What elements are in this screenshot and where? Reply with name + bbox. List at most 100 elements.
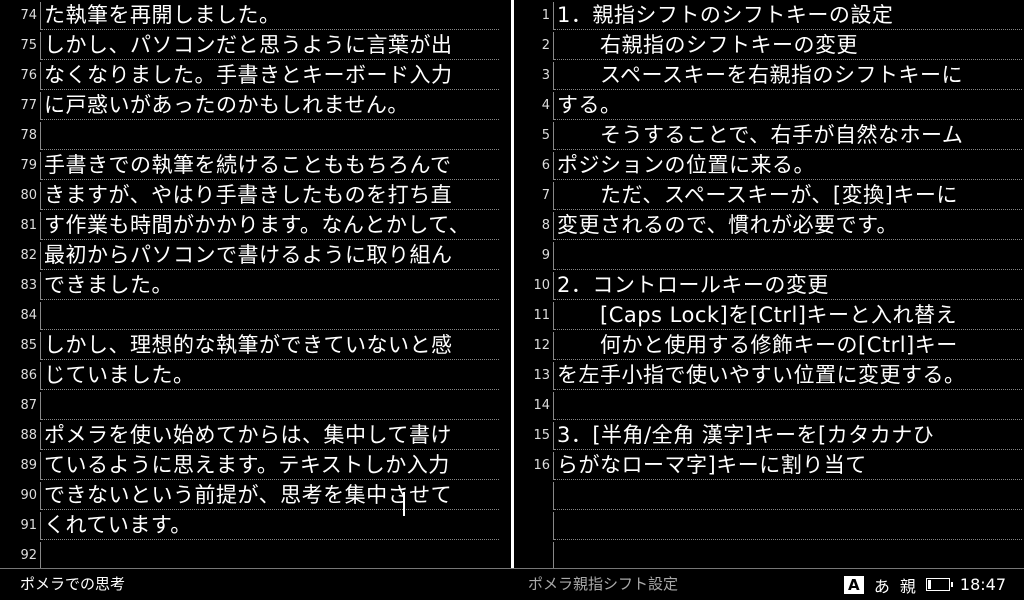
line-text[interactable]: しかし、パソコンだと思うように言葉が出: [44, 30, 453, 60]
line-text[interactable]: ているように思えます。テキストしか入力: [44, 450, 450, 480]
line-number-separator: [40, 422, 41, 450]
line-number: 11: [533, 308, 550, 323]
line-number: 74: [20, 8, 37, 23]
line-number-separator: [40, 92, 41, 120]
line-number: 76: [20, 68, 37, 83]
line-number-separator: [553, 302, 554, 330]
editor-line[interactable]: 81 す作業も時間がかかります。なんとかして、: [0, 210, 510, 240]
line-number-separator: [553, 242, 554, 270]
line-number: 8: [541, 218, 550, 233]
line-number: 16: [533, 458, 550, 473]
clock: 18:47: [959, 575, 1006, 594]
line-text[interactable]: 最初からパソコンで書けるように取り組ん: [44, 240, 453, 270]
line-number: 85: [20, 338, 37, 353]
editor-line[interactable]: 3 スペースキーを右親指のシフトキーに: [517, 60, 1024, 90]
editor-line[interactable]: 11 [Caps Lock]を[Ctrl]キーと入れ替え: [517, 300, 1024, 330]
editor-line[interactable]: 1 1．親指シフトのシフトキーの設定: [517, 0, 1024, 30]
line-number: [517, 510, 550, 540]
line-text[interactable]: らがなローマ字]キーに割り当て: [557, 450, 867, 480]
editor-line[interactable]: 86 じていました。: [0, 360, 510, 390]
editor-line[interactable]: 10 2．コントロールキーの変更: [517, 270, 1024, 300]
right-document-title: ポメラ親指シフト設定: [528, 575, 679, 593]
line-number-separator: [40, 392, 41, 420]
editor-line[interactable]: 8 変更されるので、慣れが必要です。: [517, 210, 1024, 240]
line-text[interactable]: を左手小指で使いやすい位置に変更する。: [557, 360, 966, 390]
line-number: 75: [20, 38, 37, 53]
line-number-separator: [40, 152, 41, 180]
editor-line[interactable]: 12 何かと使用する修飾キーの[Ctrl]キー: [517, 330, 1024, 360]
line-number: 5: [541, 128, 550, 143]
status-bar: ポメラでの思考 ポメラ親指シフト設定 A あ 親 18:47: [0, 568, 1024, 600]
line-text[interactable]: きますが、やはり手書きしたものを打ち直: [44, 180, 452, 210]
editor-line[interactable]: 85 しかし、理想的な執筆ができていないと感: [0, 330, 510, 360]
line-number: 88: [20, 428, 37, 443]
editor-line[interactable]: 90 できないという前提が、思考を集中させて: [0, 480, 510, 510]
line-text[interactable]: た執筆を再開しました。: [44, 0, 281, 30]
editor-line[interactable]: 78: [0, 120, 510, 150]
line-number-separator: [40, 332, 41, 360]
editor-line[interactable]: 80 きますが、やはり手書きしたものを打ち直: [0, 180, 510, 210]
editor-line[interactable]: 77 に戸惑いがあったのかもしれません。: [0, 90, 510, 120]
line-number-separator: [40, 2, 41, 30]
line-text[interactable]: 1．親指シフトのシフトキーの設定: [557, 0, 893, 30]
line-text[interactable]: 2．コントロールキーの変更: [557, 270, 829, 300]
editor-line[interactable]: [517, 540, 1024, 568]
line-number-separator: [553, 122, 554, 150]
editor-line[interactable]: 82 最初からパソコンで書けるように取り組ん: [0, 240, 510, 270]
editor-line[interactable]: 7 ただ、スペースキーが、[変換]キーに: [517, 180, 1024, 210]
line-text[interactable]: じていました。: [44, 360, 195, 390]
editor-line[interactable]: 4 する。: [517, 90, 1024, 120]
line-number: 89: [20, 458, 37, 473]
editor-line[interactable]: 91 くれています。: [0, 510, 510, 540]
line-number: 86: [20, 368, 37, 383]
line-text[interactable]: できないという前提が、思考を集中させて: [44, 480, 452, 510]
editor-line[interactable]: 13 を左手小指で使いやすい位置に変更する。: [517, 360, 1024, 390]
line-number-separator: [553, 452, 554, 480]
line-text[interactable]: ポジションの位置に来る。: [557, 150, 815, 180]
left-editor-pane[interactable]: 74 た執筆を再開しました。 75 しかし、パソコンだと思うように言葉が出 76 なくなり…: [0, 0, 510, 568]
editor-line[interactable]: 16 らがなローマ字]キーに割り当て: [517, 450, 1024, 480]
editor-line[interactable]: [517, 480, 1024, 510]
editor-line[interactable]: 14: [517, 390, 1024, 420]
line-text[interactable]: くれています。: [44, 510, 192, 540]
editor-line[interactable]: 89 ているように思えます。テキストしか入力: [0, 450, 510, 480]
editor-line[interactable]: 75 しかし、パソコンだと思うように言葉が出: [0, 30, 510, 60]
editor-line[interactable]: 87: [0, 390, 510, 420]
line-text[interactable]: す作業も時間がかかります。なんとかして、: [44, 210, 470, 240]
line-text[interactable]: ただ、スペースキーが、[変換]キーに: [557, 180, 958, 210]
editor-line[interactable]: 84: [0, 300, 510, 330]
line-text[interactable]: 手書きでの執筆を続けることももちろんで: [44, 150, 451, 180]
line-text[interactable]: なくなりました。手書きとキーボード入力: [44, 60, 453, 90]
editor-line[interactable]: 83 できました。: [0, 270, 510, 300]
editor-line[interactable]: 88 ポメラを使い始めてからは、集中して書け: [0, 420, 510, 450]
line-text[interactable]: 何かと使用する修飾キーの[Ctrl]キー: [557, 330, 958, 360]
kana-mode-indicator: あ: [873, 576, 890, 596]
editor-line[interactable]: 2 右親指のシフトキーの変更: [517, 30, 1024, 60]
left-document-title: ポメラでの思考: [20, 575, 126, 593]
editor-line[interactable]: 76 なくなりました。手書きとキーボード入力: [0, 60, 510, 90]
line-text[interactable]: そうすることで、右手が自然なホーム: [557, 120, 963, 150]
line-text[interactable]: ポメラを使い始めてからは、集中して書け: [44, 420, 452, 450]
editor-line[interactable]: 92: [0, 540, 510, 568]
editor-line[interactable]: 9: [517, 240, 1024, 270]
editor-line[interactable]: 5 そうすることで、右手が自然なホーム: [517, 120, 1024, 150]
line-text[interactable]: しかし、理想的な執筆ができていないと感: [44, 330, 453, 360]
editor-line[interactable]: 6 ポジションの位置に来る。: [517, 150, 1024, 180]
editor-line[interactable]: [517, 510, 1024, 540]
line-text[interactable]: 3．[半角/全角 漢字]キーを[カタカナひ: [557, 420, 934, 450]
editor-line[interactable]: 74 た執筆を再開しました。: [0, 0, 510, 30]
line-number: 90: [20, 488, 37, 503]
line-number-separator: [40, 542, 41, 568]
line-text[interactable]: 右親指のシフトキーの変更: [557, 30, 858, 60]
line-text[interactable]: 変更されるので、慣れが必要です。: [557, 210, 898, 240]
line-text[interactable]: する。: [557, 90, 622, 120]
line-text[interactable]: スペースキーを右親指のシフトキーに: [557, 60, 963, 90]
status-indicators: A あ 親 18:47: [843, 569, 1006, 600]
right-editor-pane[interactable]: 1 1．親指シフトのシフトキーの設定 2 右親指のシフトキーの変更 3 スペースキーを…: [517, 0, 1024, 568]
line-text[interactable]: に戸惑いがあったのかもしれません。: [44, 90, 409, 120]
editor-line[interactable]: 79 手書きでの執筆を続けることももちろんで: [0, 150, 510, 180]
line-text[interactable]: [Caps Lock]を[Ctrl]キーと入れ替え: [557, 300, 957, 330]
editor-line[interactable]: 15 3．[半角/全角 漢字]キーを[カタカナひ: [517, 420, 1024, 450]
line-text[interactable]: できました。: [44, 270, 173, 300]
line-number-separator: [553, 32, 554, 60]
